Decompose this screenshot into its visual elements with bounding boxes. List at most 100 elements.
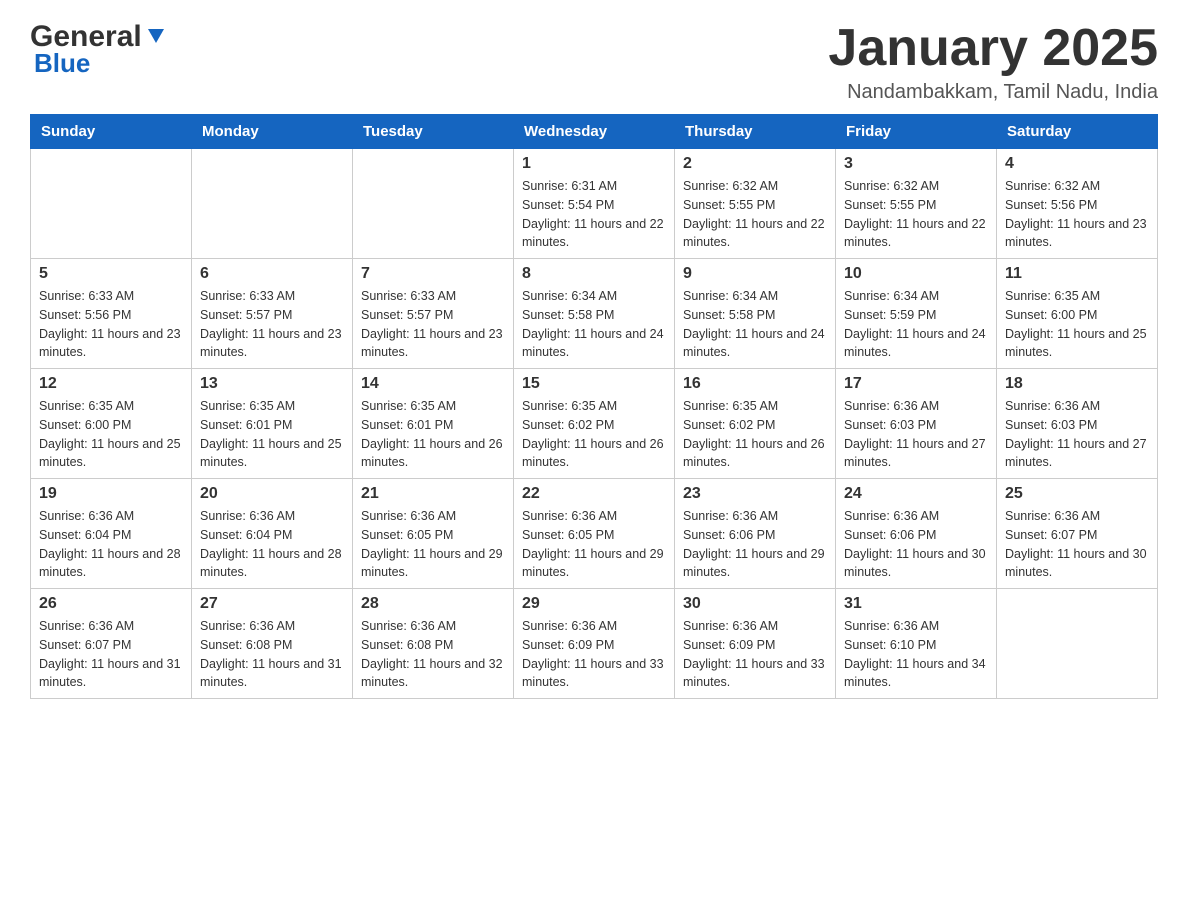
day-number: 20: [200, 485, 344, 503]
title-section: January 2025 Nandambakkam, Tamil Nadu, I…: [828, 20, 1158, 104]
calendar-cell: 23 Sunrise: 6:36 AMSunset: 6:06 PMDayligh…: [675, 479, 836, 589]
day-number: 26: [39, 595, 183, 613]
calendar-header: Sunday Monday Tuesday Wednesday Thursday…: [31, 115, 1158, 149]
day-number: 3: [844, 155, 988, 173]
day-number: 9: [683, 265, 827, 283]
day-info: Sunrise: 6:31 AMSunset: 5:54 PMDaylight:…: [522, 177, 666, 252]
header-wednesday: Wednesday: [514, 115, 675, 149]
day-info: Sunrise: 6:32 AMSunset: 5:55 PMDaylight:…: [844, 177, 988, 252]
day-number: 13: [200, 375, 344, 393]
page-header: General Blue January 2025 Nandambakkam, …: [30, 20, 1158, 104]
header-friday: Friday: [836, 115, 997, 149]
day-info: Sunrise: 6:34 AMSunset: 5:58 PMDaylight:…: [683, 287, 827, 362]
calendar-cell: 5 Sunrise: 6:33 AMSunset: 5:56 PMDaylight…: [31, 259, 192, 369]
day-info: Sunrise: 6:36 AMSunset: 6:05 PMDaylight:…: [361, 507, 505, 582]
day-info: Sunrise: 6:36 AMSunset: 6:10 PMDaylight:…: [844, 617, 988, 692]
day-number: 17: [844, 375, 988, 393]
day-info: Sunrise: 6:33 AMSunset: 5:56 PMDaylight:…: [39, 287, 183, 362]
day-number: 1: [522, 155, 666, 173]
calendar-table: Sunday Monday Tuesday Wednesday Thursday…: [30, 114, 1158, 699]
calendar-cell: 2Sunrise: 6:32 AMSunset: 5:55 PMDaylight…: [675, 149, 836, 259]
calendar-cell: [31, 149, 192, 259]
day-info: Sunrise: 6:35 AMSunset: 6:01 PMDaylight:…: [361, 397, 505, 472]
calendar-week-row: 5 Sunrise: 6:33 AMSunset: 5:56 PMDaylight…: [31, 259, 1158, 369]
calendar-cell: 18Sunrise: 6:36 AMSunset: 6:03 PMDayligh…: [997, 369, 1158, 479]
calendar-cell: 6 Sunrise: 6:33 AMSunset: 5:57 PMDaylight…: [192, 259, 353, 369]
day-number: 28: [361, 595, 505, 613]
day-number: 14: [361, 375, 505, 393]
calendar-cell: [997, 589, 1158, 699]
day-info: Sunrise: 6:34 AMSunset: 5:59 PMDaylight:…: [844, 287, 988, 362]
day-info: Sunrise: 6:36 AMSunset: 6:06 PMDaylight:…: [683, 507, 827, 582]
day-number: 24: [844, 485, 988, 503]
day-info: Sunrise: 6:35 AMSunset: 6:02 PMDaylight:…: [683, 397, 827, 472]
day-number: 31: [844, 595, 988, 613]
calendar-cell: 9 Sunrise: 6:34 AMSunset: 5:58 PMDaylight…: [675, 259, 836, 369]
day-info: Sunrise: 6:36 AMSunset: 6:04 PMDaylight:…: [39, 507, 183, 582]
calendar-week-row: 12Sunrise: 6:35 AMSunset: 6:00 PMDayligh…: [31, 369, 1158, 479]
day-number: 18: [1005, 375, 1149, 393]
calendar-cell: 24 Sunrise: 6:36 AMSunset: 6:06 PMDayligh…: [836, 479, 997, 589]
day-number: 30: [683, 595, 827, 613]
calendar-cell: 3 Sunrise: 6:32 AMSunset: 5:55 PMDaylight…: [836, 149, 997, 259]
day-number: 22: [522, 485, 666, 503]
day-number: 11: [1005, 265, 1149, 283]
calendar-cell: 27Sunrise: 6:36 AMSunset: 6:08 PMDayligh…: [192, 589, 353, 699]
calendar-cell: 26 Sunrise: 6:36 AMSunset: 6:07 PMDayligh…: [31, 589, 192, 699]
calendar-cell: 29 Sunrise: 6:36 AMSunset: 6:09 PMDayligh…: [514, 589, 675, 699]
calendar-week-row: 26 Sunrise: 6:36 AMSunset: 6:07 PMDayligh…: [31, 589, 1158, 699]
logo-blue-text: Blue: [34, 48, 90, 79]
calendar-cell: 28 Sunrise: 6:36 AMSunset: 6:08 PMDayligh…: [353, 589, 514, 699]
day-number: 21: [361, 485, 505, 503]
day-info: Sunrise: 6:36 AMSunset: 6:09 PMDaylight:…: [683, 617, 827, 692]
day-number: 12: [39, 375, 183, 393]
day-info: Sunrise: 6:35 AMSunset: 6:01 PMDaylight:…: [200, 397, 344, 472]
calendar-cell: 1 Sunrise: 6:31 AMSunset: 5:54 PMDaylight…: [514, 149, 675, 259]
day-number: 25: [1005, 485, 1149, 503]
calendar-cell: 12Sunrise: 6:35 AMSunset: 6:00 PMDayligh…: [31, 369, 192, 479]
day-number: 19: [39, 485, 183, 503]
calendar-cell: 31 Sunrise: 6:36 AMSunset: 6:10 PMDayligh…: [836, 589, 997, 699]
calendar-cell: 11 Sunrise: 6:35 AMSunset: 6:00 PMDayligh…: [997, 259, 1158, 369]
calendar-cell: 4Sunrise: 6:32 AMSunset: 5:56 PMDaylight…: [997, 149, 1158, 259]
calendar-cell: 15Sunrise: 6:35 AMSunset: 6:02 PMDayligh…: [514, 369, 675, 479]
day-info: Sunrise: 6:34 AMSunset: 5:58 PMDaylight:…: [522, 287, 666, 362]
header-sunday: Sunday: [31, 115, 192, 149]
day-info: Sunrise: 6:35 AMSunset: 6:00 PMDaylight:…: [1005, 287, 1149, 362]
day-info: Sunrise: 6:36 AMSunset: 6:08 PMDaylight:…: [200, 617, 344, 692]
calendar-cell: 13 Sunrise: 6:35 AMSunset: 6:01 PMDayligh…: [192, 369, 353, 479]
day-number: 6: [200, 265, 344, 283]
header-saturday: Saturday: [997, 115, 1158, 149]
calendar-cell: 8Sunrise: 6:34 AMSunset: 5:58 PMDaylight…: [514, 259, 675, 369]
calendar-cell: 7 Sunrise: 6:33 AMSunset: 5:57 PMDaylight…: [353, 259, 514, 369]
calendar-cell: 10 Sunrise: 6:34 AMSunset: 5:59 PMDayligh…: [836, 259, 997, 369]
day-info: Sunrise: 6:36 AMSunset: 6:03 PMDaylight:…: [844, 397, 988, 472]
calendar-cell: [353, 149, 514, 259]
calendar-body: 1 Sunrise: 6:31 AMSunset: 5:54 PMDaylight…: [31, 149, 1158, 699]
day-number: 16: [683, 375, 827, 393]
day-info: Sunrise: 6:33 AMSunset: 5:57 PMDaylight:…: [361, 287, 505, 362]
calendar-cell: 16 Sunrise: 6:35 AMSunset: 6:02 PMDayligh…: [675, 369, 836, 479]
calendar-cell: 14 Sunrise: 6:35 AMSunset: 6:01 PMDayligh…: [353, 369, 514, 479]
day-number: 10: [844, 265, 988, 283]
calendar-week-row: 19 Sunrise: 6:36 AMSunset: 6:04 PMDayligh…: [31, 479, 1158, 589]
calendar-cell: 17 Sunrise: 6:36 AMSunset: 6:03 PMDayligh…: [836, 369, 997, 479]
day-number: 23: [683, 485, 827, 503]
calendar-cell: 19 Sunrise: 6:36 AMSunset: 6:04 PMDayligh…: [31, 479, 192, 589]
calendar-week-row: 1 Sunrise: 6:31 AMSunset: 5:54 PMDaylight…: [31, 149, 1158, 259]
day-info: Sunrise: 6:36 AMSunset: 6:06 PMDaylight:…: [844, 507, 988, 582]
header-tuesday: Tuesday: [353, 115, 514, 149]
day-number: 7: [361, 265, 505, 283]
day-info: Sunrise: 6:36 AMSunset: 6:04 PMDaylight:…: [200, 507, 344, 582]
logo-arrow-icon: [144, 25, 168, 49]
day-info: Sunrise: 6:36 AMSunset: 6:07 PMDaylight:…: [39, 617, 183, 692]
day-number: 15: [522, 375, 666, 393]
day-info: Sunrise: 6:36 AMSunset: 6:09 PMDaylight:…: [522, 617, 666, 692]
calendar-cell: 21 Sunrise: 6:36 AMSunset: 6:05 PMDayligh…: [353, 479, 514, 589]
day-info: Sunrise: 6:36 AMSunset: 6:08 PMDaylight:…: [361, 617, 505, 692]
day-info: Sunrise: 6:33 AMSunset: 5:57 PMDaylight:…: [200, 287, 344, 362]
day-number: 29: [522, 595, 666, 613]
day-number: 5: [39, 265, 183, 283]
weekday-header-row: Sunday Monday Tuesday Wednesday Thursday…: [31, 115, 1158, 149]
calendar-cell: 25Sunrise: 6:36 AMSunset: 6:07 PMDayligh…: [997, 479, 1158, 589]
